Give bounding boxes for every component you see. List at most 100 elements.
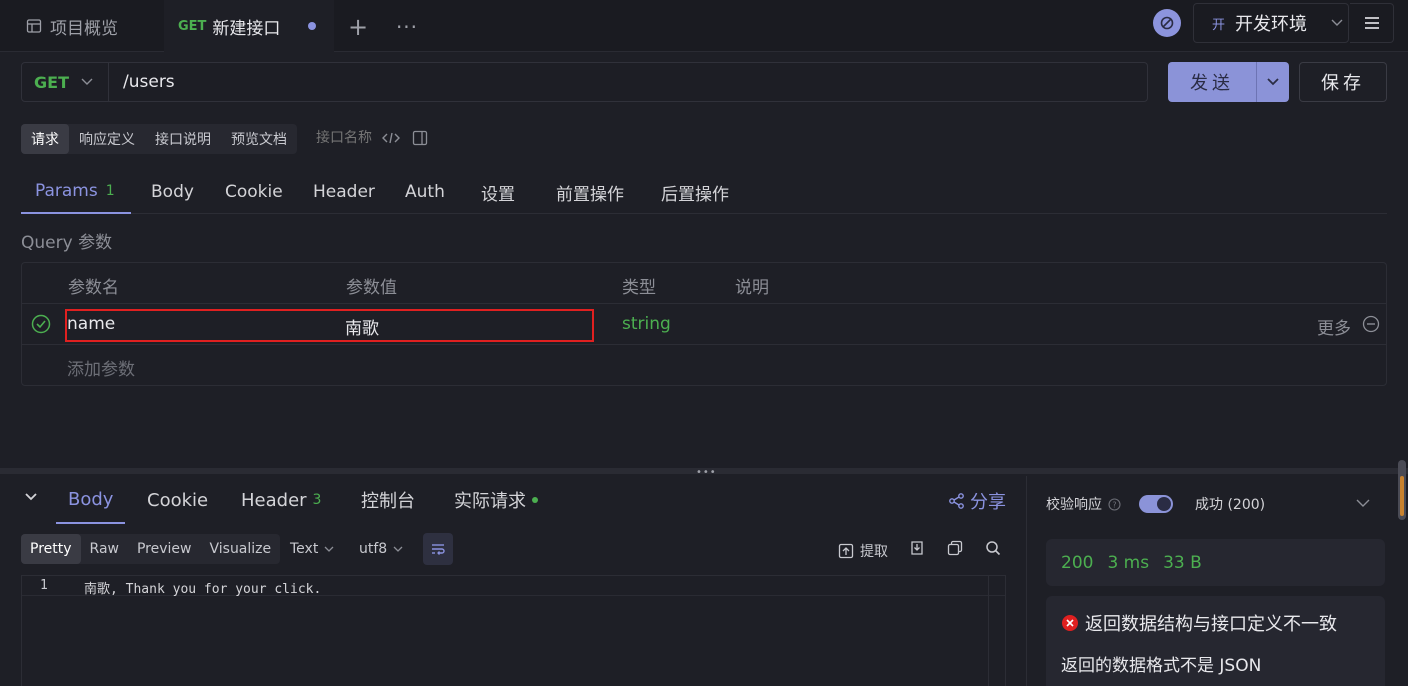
header-count-badge: 3 [312, 492, 322, 508]
resp-tab-actual-request-label: 实际请求 [454, 491, 526, 512]
copy-icon[interactable] [947, 540, 963, 556]
resp-tab-header-label: Header [241, 489, 307, 511]
mode-switcher: 请求 响应定义 接口说明 预览文档 [21, 124, 297, 154]
mode-response-definition[interactable]: 响应定义 [69, 124, 145, 154]
format-preview[interactable]: Preview [128, 534, 201, 564]
response-time: 3 ms [1107, 552, 1150, 573]
environment-badge: 开 [1212, 17, 1226, 33]
content-type-value: Text [290, 541, 319, 557]
sync-icon[interactable] [1153, 9, 1181, 37]
line-number: 1 [40, 578, 48, 593]
chevron-down-icon [1331, 19, 1343, 27]
encoding-value: utf8 [359, 541, 388, 557]
more-button[interactable]: 更多 [1317, 314, 1351, 339]
add-param-row[interactable]: 添加参数 [67, 355, 135, 380]
drag-handle-icon[interactable]: ••• [696, 467, 717, 478]
tab-overview-label: 项目概览 [50, 18, 118, 39]
params-table: 参数名 参数值 类型 说明 name 南歌 string 更多 添加参数 [21, 262, 1387, 386]
more-tabs-button[interactable]: ··· [394, 14, 420, 40]
tab-cookie[interactable]: Cookie [225, 170, 283, 214]
error-title-row: 返回数据结构与接口定义不一致 [1061, 610, 1337, 636]
request-tabs: Params 1 Body Cookie Header Auth 设置 前置操作… [21, 170, 1387, 214]
format-pretty[interactable]: Pretty [21, 534, 81, 564]
tab-auth[interactable]: Auth [405, 170, 445, 214]
method-value: GET [34, 72, 69, 92]
tab-post-operations[interactable]: 后置操作 [661, 170, 729, 214]
mode-request[interactable]: 请求 [21, 124, 69, 154]
highlight-annotation-box [65, 309, 594, 342]
column-type: 类型 [622, 278, 656, 298]
editor-scrollbar[interactable] [988, 576, 1005, 686]
mode-preview-docs[interactable]: 预览文档 [221, 124, 297, 154]
content-type-select[interactable]: Text [290, 541, 334, 557]
window-scrollbar-thumb[interactable] [1400, 476, 1404, 516]
tab-method-badge: GET [178, 18, 207, 34]
query-section-label: Query 参数 [21, 233, 113, 253]
table-row: name 南歌 string 更多 [22, 304, 1386, 345]
url-bar: GET [21, 62, 1148, 102]
validation-error-panel: 返回数据结构与接口定义不一致 返回的数据格式不是 JSON [1046, 596, 1385, 686]
extract-label: 提取 [860, 544, 888, 560]
collapse-chevron-icon[interactable] [24, 492, 38, 502]
search-icon[interactable] [985, 540, 1001, 556]
resp-tab-body[interactable]: Body [56, 476, 126, 524]
hamburger-menu-icon[interactable] [1350, 3, 1394, 43]
column-param-value: 参数值 [346, 278, 397, 298]
status-code: 200 [1061, 552, 1094, 573]
chevron-down-icon [81, 78, 93, 86]
svg-text:?: ? [1112, 500, 1116, 509]
tab-body[interactable]: Body [151, 170, 194, 214]
tab-settings[interactable]: 设置 [481, 170, 515, 214]
send-options-button[interactable] [1256, 62, 1289, 102]
param-type-field[interactable]: string [622, 314, 671, 334]
tab-header[interactable]: Header [313, 170, 375, 214]
download-icon[interactable] [909, 540, 925, 556]
params-count-badge: 1 [105, 183, 115, 199]
tab-pre-operations[interactable]: 前置操作 [556, 170, 624, 214]
resp-tab-actual-request[interactable]: 实际请求 [454, 476, 538, 524]
api-name-input[interactable] [316, 128, 378, 148]
code-icon[interactable] [382, 130, 400, 146]
table-header: 参数名 参数值 类型 说明 [22, 263, 1386, 304]
tab-params[interactable]: Params 1 [21, 170, 131, 214]
format-raw[interactable]: Raw [81, 534, 128, 564]
validation-result: 成功 (200) [1195, 497, 1266, 513]
format-switcher: Pretty Raw Preview Visualize [21, 534, 281, 564]
share-button[interactable]: 分享 [948, 488, 1006, 514]
method-select[interactable]: GET [22, 63, 109, 101]
tab-new-api[interactable]: GET 新建接口 [164, 0, 334, 52]
chevron-down-icon [1267, 78, 1279, 86]
remove-circle-icon[interactable] [1362, 315, 1380, 333]
format-visualize[interactable]: Visualize [200, 534, 280, 564]
resp-tab-console[interactable]: 控制台 [361, 476, 415, 524]
column-param-name: 参数名 [68, 278, 119, 298]
help-icon: ? [1108, 497, 1121, 511]
error-description: 返回的数据格式不是 JSON [1061, 656, 1262, 676]
mode-api-description[interactable]: 接口说明 [145, 124, 221, 154]
chevron-down-icon [393, 546, 403, 552]
url-input[interactable] [109, 63, 1147, 101]
share-icon [949, 493, 964, 509]
save-button[interactable]: 保存 [1299, 62, 1387, 102]
environment-selector[interactable]: 开 开发环境 [1193, 3, 1349, 43]
column-description: 说明 [735, 278, 769, 298]
error-title: 返回数据结构与接口定义不一致 [1085, 614, 1337, 635]
tab-params-label: Params [35, 181, 98, 201]
share-label: 分享 [970, 492, 1006, 513]
send-button[interactable]: 发送 [1168, 62, 1256, 102]
check-circle-icon[interactable] [31, 314, 51, 334]
chevron-down-icon[interactable] [1356, 499, 1370, 508]
add-tab-button[interactable]: + [345, 13, 371, 41]
extract-button[interactable]: 提取 [838, 541, 888, 561]
encoding-select[interactable]: utf8 [359, 541, 403, 557]
validate-label: 校验响应 [1046, 497, 1102, 513]
status-dot-icon [532, 497, 538, 503]
word-wrap-button[interactable] [423, 533, 453, 565]
validate-toggle[interactable] [1139, 495, 1173, 513]
validate-response-row: 校验响应 ? 成功 (200) [1046, 494, 1265, 514]
side-panel-icon[interactable] [412, 130, 428, 146]
environment-name: 开发环境 [1235, 14, 1308, 35]
tab-project-overview[interactable]: 项目概览 [0, 0, 164, 52]
resp-tab-header[interactable]: Header 3 [241, 476, 321, 524]
resp-tab-cookie[interactable]: Cookie [147, 476, 208, 524]
